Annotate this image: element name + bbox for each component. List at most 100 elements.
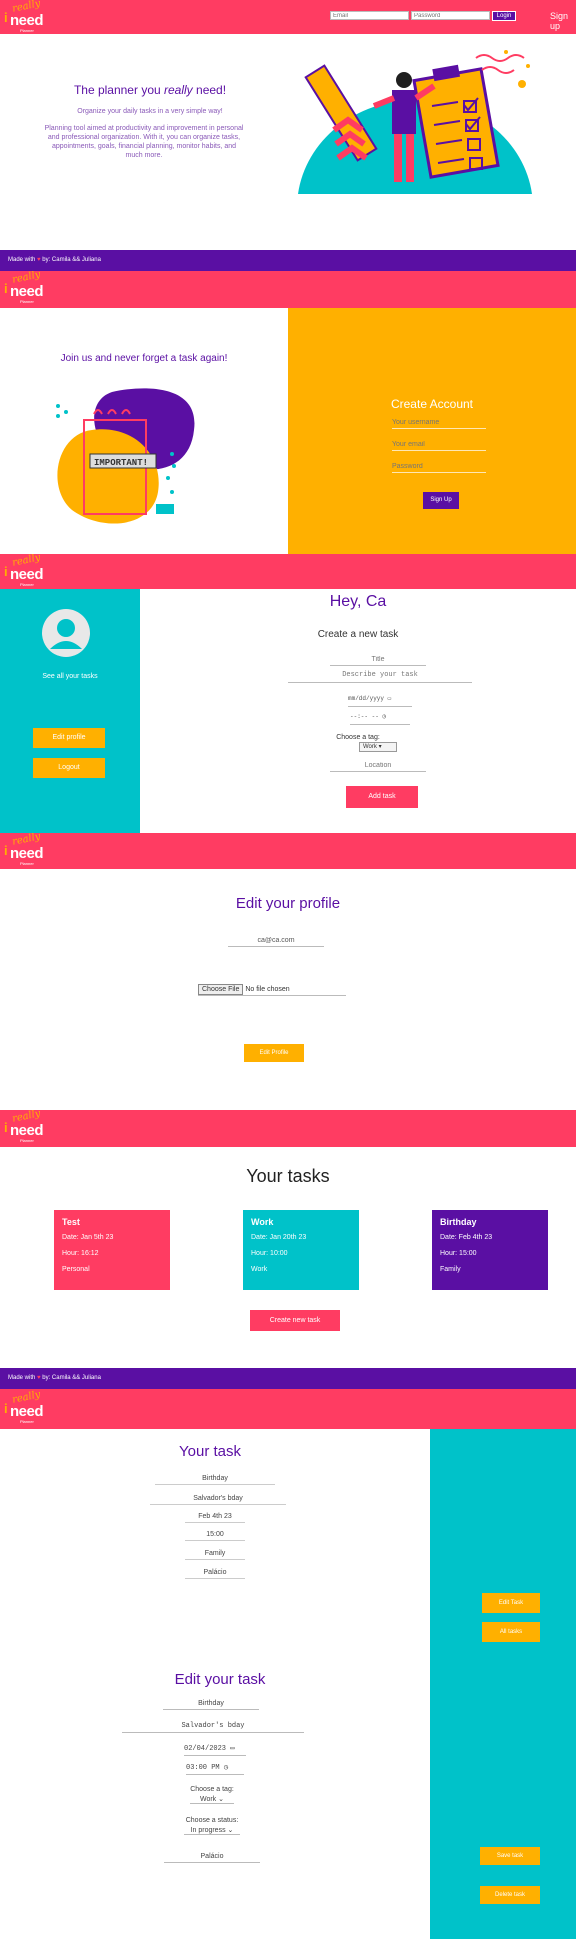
logo-need: need [10,566,44,583]
planner-illustration [296,46,536,196]
logo-need: need [10,12,44,29]
save-task-button[interactable]: Save task [480,1847,540,1865]
footer-suffix: by: Camila && Juliana [40,257,101,263]
landing-header: really i need Planner Login Sign up [0,0,576,34]
dashboard-main: Hey, Ca Create a new task Describe your … [140,589,576,833]
logo-planner: Planner [20,299,34,304]
edit-task-time-input[interactable]: 03:00 PM ◷ [186,1763,244,1775]
edit-profile-screen: really i need Planner Edit your profile … [0,833,576,1110]
tasks-header: really i need Planner [0,1110,576,1147]
edit-profile-title: Edit your profile [235,895,341,912]
task-card-work[interactable]: Work Date: Jan 20th 23 Hour: 10:00 Work [243,1210,359,1290]
task-field-date: Feb 4th 23 [185,1513,245,1523]
footer-suffix: by: Camila && Juliana [40,1375,101,1381]
task-actions-sidebar: Edit Task All tasks Save task Delete tas… [430,1429,576,1939]
tasks-footer: Made with ♥ by: Camila && Juliana [0,1368,576,1389]
chevron-down-icon: ⌄ [227,1827,234,1834]
task-location-input[interactable] [330,760,426,772]
calendar-icon: ▭ [387,695,392,702]
logo[interactable]: really i need Planner [2,554,50,587]
task-card-birthday[interactable]: Birthday Date: Feb 4th 23 Hour: 15:00 Fa… [432,1210,548,1290]
logo[interactable]: really i need Planner [2,1389,50,1424]
login-email-input[interactable] [330,11,409,20]
landing-description: Planning tool aimed at productivity and … [44,125,244,159]
create-new-task-button[interactable]: Create new task [250,1310,340,1331]
headline-prefix: The planner you [73,83,164,97]
tag-select[interactable]: Work ▾ [359,742,397,752]
task-field-title: Birthday [155,1475,275,1485]
file-picker[interactable]: Choose File No file chosen [198,984,346,996]
signup-button[interactable]: Sign Up [423,492,459,509]
task-card-test[interactable]: Test Date: Jan 5th 23 Hour: 16:12 Person… [54,1210,170,1290]
landing-headline: The planner you really need! [40,83,260,97]
status-value: In progress [190,1827,226,1834]
dashboard-header: really i need Planner [0,554,576,589]
task-field-tag: Family [185,1550,245,1560]
edit-task-title-input[interactable]: Birthday [163,1700,259,1710]
edit-task-button[interactable]: Edit Task [482,1593,540,1613]
your-task-title: Your task [179,1443,241,1460]
dashboard-sidebar: See all your tasks Edit profile Logout [0,589,140,833]
logo[interactable]: really i need Planner [2,1110,50,1143]
logo[interactable]: really i need Planner [2,0,50,33]
task-describe-textarea[interactable]: Describe your task [288,671,472,683]
logo-need: need [10,1403,44,1420]
see-tasks-link[interactable]: See all your tasks [0,673,140,680]
login-button[interactable]: Login [492,11,516,21]
edit-task-date-input[interactable]: 02/04/2023 ▭ [184,1744,246,1756]
all-tasks-button[interactable]: All tasks [482,1622,540,1642]
task-field-description: Salvador's bday [150,1495,286,1505]
delete-task-button[interactable]: Delete task [480,1886,540,1904]
signup-email-input[interactable] [392,439,486,451]
profile-email-input[interactable] [228,935,324,947]
task-date-input[interactable]: mm/dd/yyyy ▭ [348,695,412,707]
edit-task-date-value: 02/04/2023 [184,1745,227,1753]
username-input[interactable] [392,417,486,429]
task-title-input[interactable] [330,654,426,666]
tag-label: Choose a tag: [336,734,380,741]
task-card-title: Birthday [440,1217,477,1227]
add-task-button[interactable]: Add task [346,786,418,808]
logo-i: i [4,281,8,296]
task-card-date: Date: Feb 4th 23 [440,1234,493,1241]
signup-link[interactable]: Sign up [550,11,576,31]
status-select[interactable]: In progress ⌄ [184,1826,240,1835]
signup-header: really i need Planner [0,271,576,308]
logout-button[interactable]: Logout [33,758,105,778]
login-password-input[interactable] [411,11,490,20]
edit-task-describe-textarea[interactable]: Salvador's bday [122,1722,304,1733]
tasks-title: Your tasks [246,1166,330,1186]
footer-credit: Made with ♥ by: Camila && Juliana [8,1375,101,1381]
logo[interactable]: really i need Planner [2,833,50,866]
dashboard-screen: really i need Planner See all your tasks… [0,554,576,833]
choose-file-button[interactable]: Choose File [198,984,244,995]
task-card-tag: Personal [62,1266,90,1273]
signup-password-input[interactable] [392,461,486,473]
logo-planner: Planner [20,861,34,866]
signup-left-panel: Join us and never forget a task again! I… [0,308,288,554]
headline-emphasis: really [164,83,193,97]
logo-planner: Planner [20,1138,34,1143]
footer-credit: Made with ♥ by: Camila && Juliana [8,257,101,263]
edit-tag-select[interactable]: Work ⌄ [190,1795,234,1804]
landing-screen: really i need Planner Login Sign up The … [0,0,576,271]
signup-title: Create Account [390,397,474,411]
task-card-title: Work [251,1217,274,1227]
logo-i: i [4,1401,8,1416]
edit-task-location-input[interactable]: Palácio [164,1853,260,1863]
logo-planner: Planner [20,1419,34,1424]
task-card-title: Test [62,1217,80,1227]
logo[interactable]: really i need Planner [2,271,50,304]
task-card-hour: Hour: 10:00 [251,1250,288,1257]
edit-profile-submit-button[interactable]: Edit Profile [244,1044,304,1062]
task-time-input[interactable]: --:-- -- ◷ [350,713,410,725]
logo-planner: Planner [20,582,34,587]
tag-select-value: Work [363,744,377,750]
logo-i: i [4,564,8,579]
edit-profile-button[interactable]: Edit profile [33,728,105,748]
avatar[interactable] [42,609,90,657]
logo-i: i [4,1120,8,1135]
task-card-tag: Family [440,1266,461,1273]
edit-profile-header: really i need Planner [0,833,576,869]
task-card-hour: Hour: 15:00 [440,1250,477,1257]
